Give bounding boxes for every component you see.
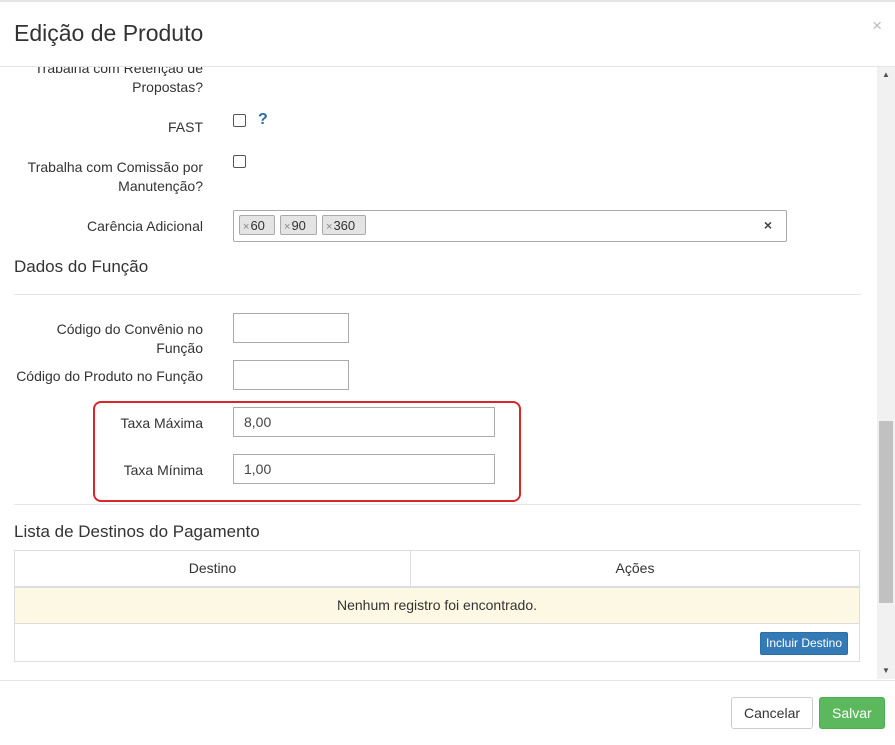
- tag-remove-icon[interactable]: ×: [326, 221, 332, 233]
- retencao-label-line2: Propostas?: [132, 79, 203, 95]
- comissao-label: Trabalha com Comissão por Manutenção?: [20, 158, 203, 196]
- tag-label: 360: [333, 218, 356, 233]
- retencao-label: Trabalha com Retenção de Propostas?: [30, 67, 203, 97]
- divider: [14, 504, 861, 505]
- edit-product-modal: Edição de Produto × Trabalha com Retençã…: [0, 0, 895, 742]
- clear-tags-icon[interactable]: ×: [764, 217, 772, 233]
- modal-header: Edição de Produto ×: [0, 2, 895, 67]
- codigo-produto-label: Código do Produto no Função: [16, 368, 203, 384]
- scroll-thumb[interactable]: [879, 421, 893, 603]
- divider: [14, 294, 861, 295]
- tag-remove-icon[interactable]: ×: [243, 221, 249, 233]
- tag-360[interactable]: ×360: [322, 215, 366, 235]
- fast-label: FAST: [167, 119, 203, 135]
- tag-label: 60: [250, 218, 265, 233]
- column-header-acoes[interactable]: Ações: [411, 551, 859, 586]
- tag-remove-icon[interactable]: ×: [284, 221, 290, 233]
- codigo-produto-input[interactable]: [233, 360, 349, 390]
- scroll-down-icon[interactable]: ▼: [877, 663, 895, 679]
- save-button[interactable]: Salvar: [819, 697, 885, 729]
- modal-body[interactable]: Trabalha com Retenção de Propostas? FAST…: [0, 67, 877, 679]
- comissao-label-line1: Trabalha com Comissão por: [27, 159, 203, 175]
- modal-title: Edição de Produto: [14, 20, 204, 46]
- funcao-section-title: Dados do Função: [14, 257, 149, 276]
- tag-60[interactable]: ×60: [239, 215, 275, 235]
- close-icon[interactable]: ×: [872, 16, 882, 36]
- cancel-button[interactable]: Cancelar: [731, 697, 814, 729]
- tag-90[interactable]: ×90: [280, 215, 317, 235]
- retencao-label-line1: Trabalha com Retenção de: [34, 67, 203, 76]
- add-destino-button[interactable]: Incluir Destino: [760, 632, 849, 655]
- comissao-checkbox[interactable]: [233, 155, 246, 168]
- column-header-destino[interactable]: Destino: [15, 551, 410, 586]
- codigo-convenio-input[interactable]: [233, 313, 349, 343]
- destinos-table: Destino Ações Nenhum registro foi encont…: [14, 550, 860, 662]
- destinos-section-title: Lista de Destinos do Pagamento: [14, 522, 260, 541]
- help-icon[interactable]: ?: [258, 111, 268, 129]
- highlight-box: [93, 401, 521, 502]
- tag-label: 90: [291, 218, 306, 233]
- scroll-up-icon[interactable]: ▲: [877, 67, 895, 83]
- codigo-convenio-label: Código do Convênio no Função: [56, 321, 203, 356]
- carencia-tag-input[interactable]: ×60 ×90 ×360 ×: [233, 210, 787, 242]
- fast-checkbox[interactable]: [233, 114, 246, 127]
- carencia-label: Carência Adicional: [87, 218, 203, 234]
- scrollbar[interactable]: ▲ ▼: [877, 67, 895, 679]
- comissao-label-line2: Manutenção?: [118, 178, 203, 194]
- modal-footer: Cancelar Salvar: [0, 680, 895, 745]
- empty-message: Nenhum registro foi encontrado.: [15, 588, 859, 624]
